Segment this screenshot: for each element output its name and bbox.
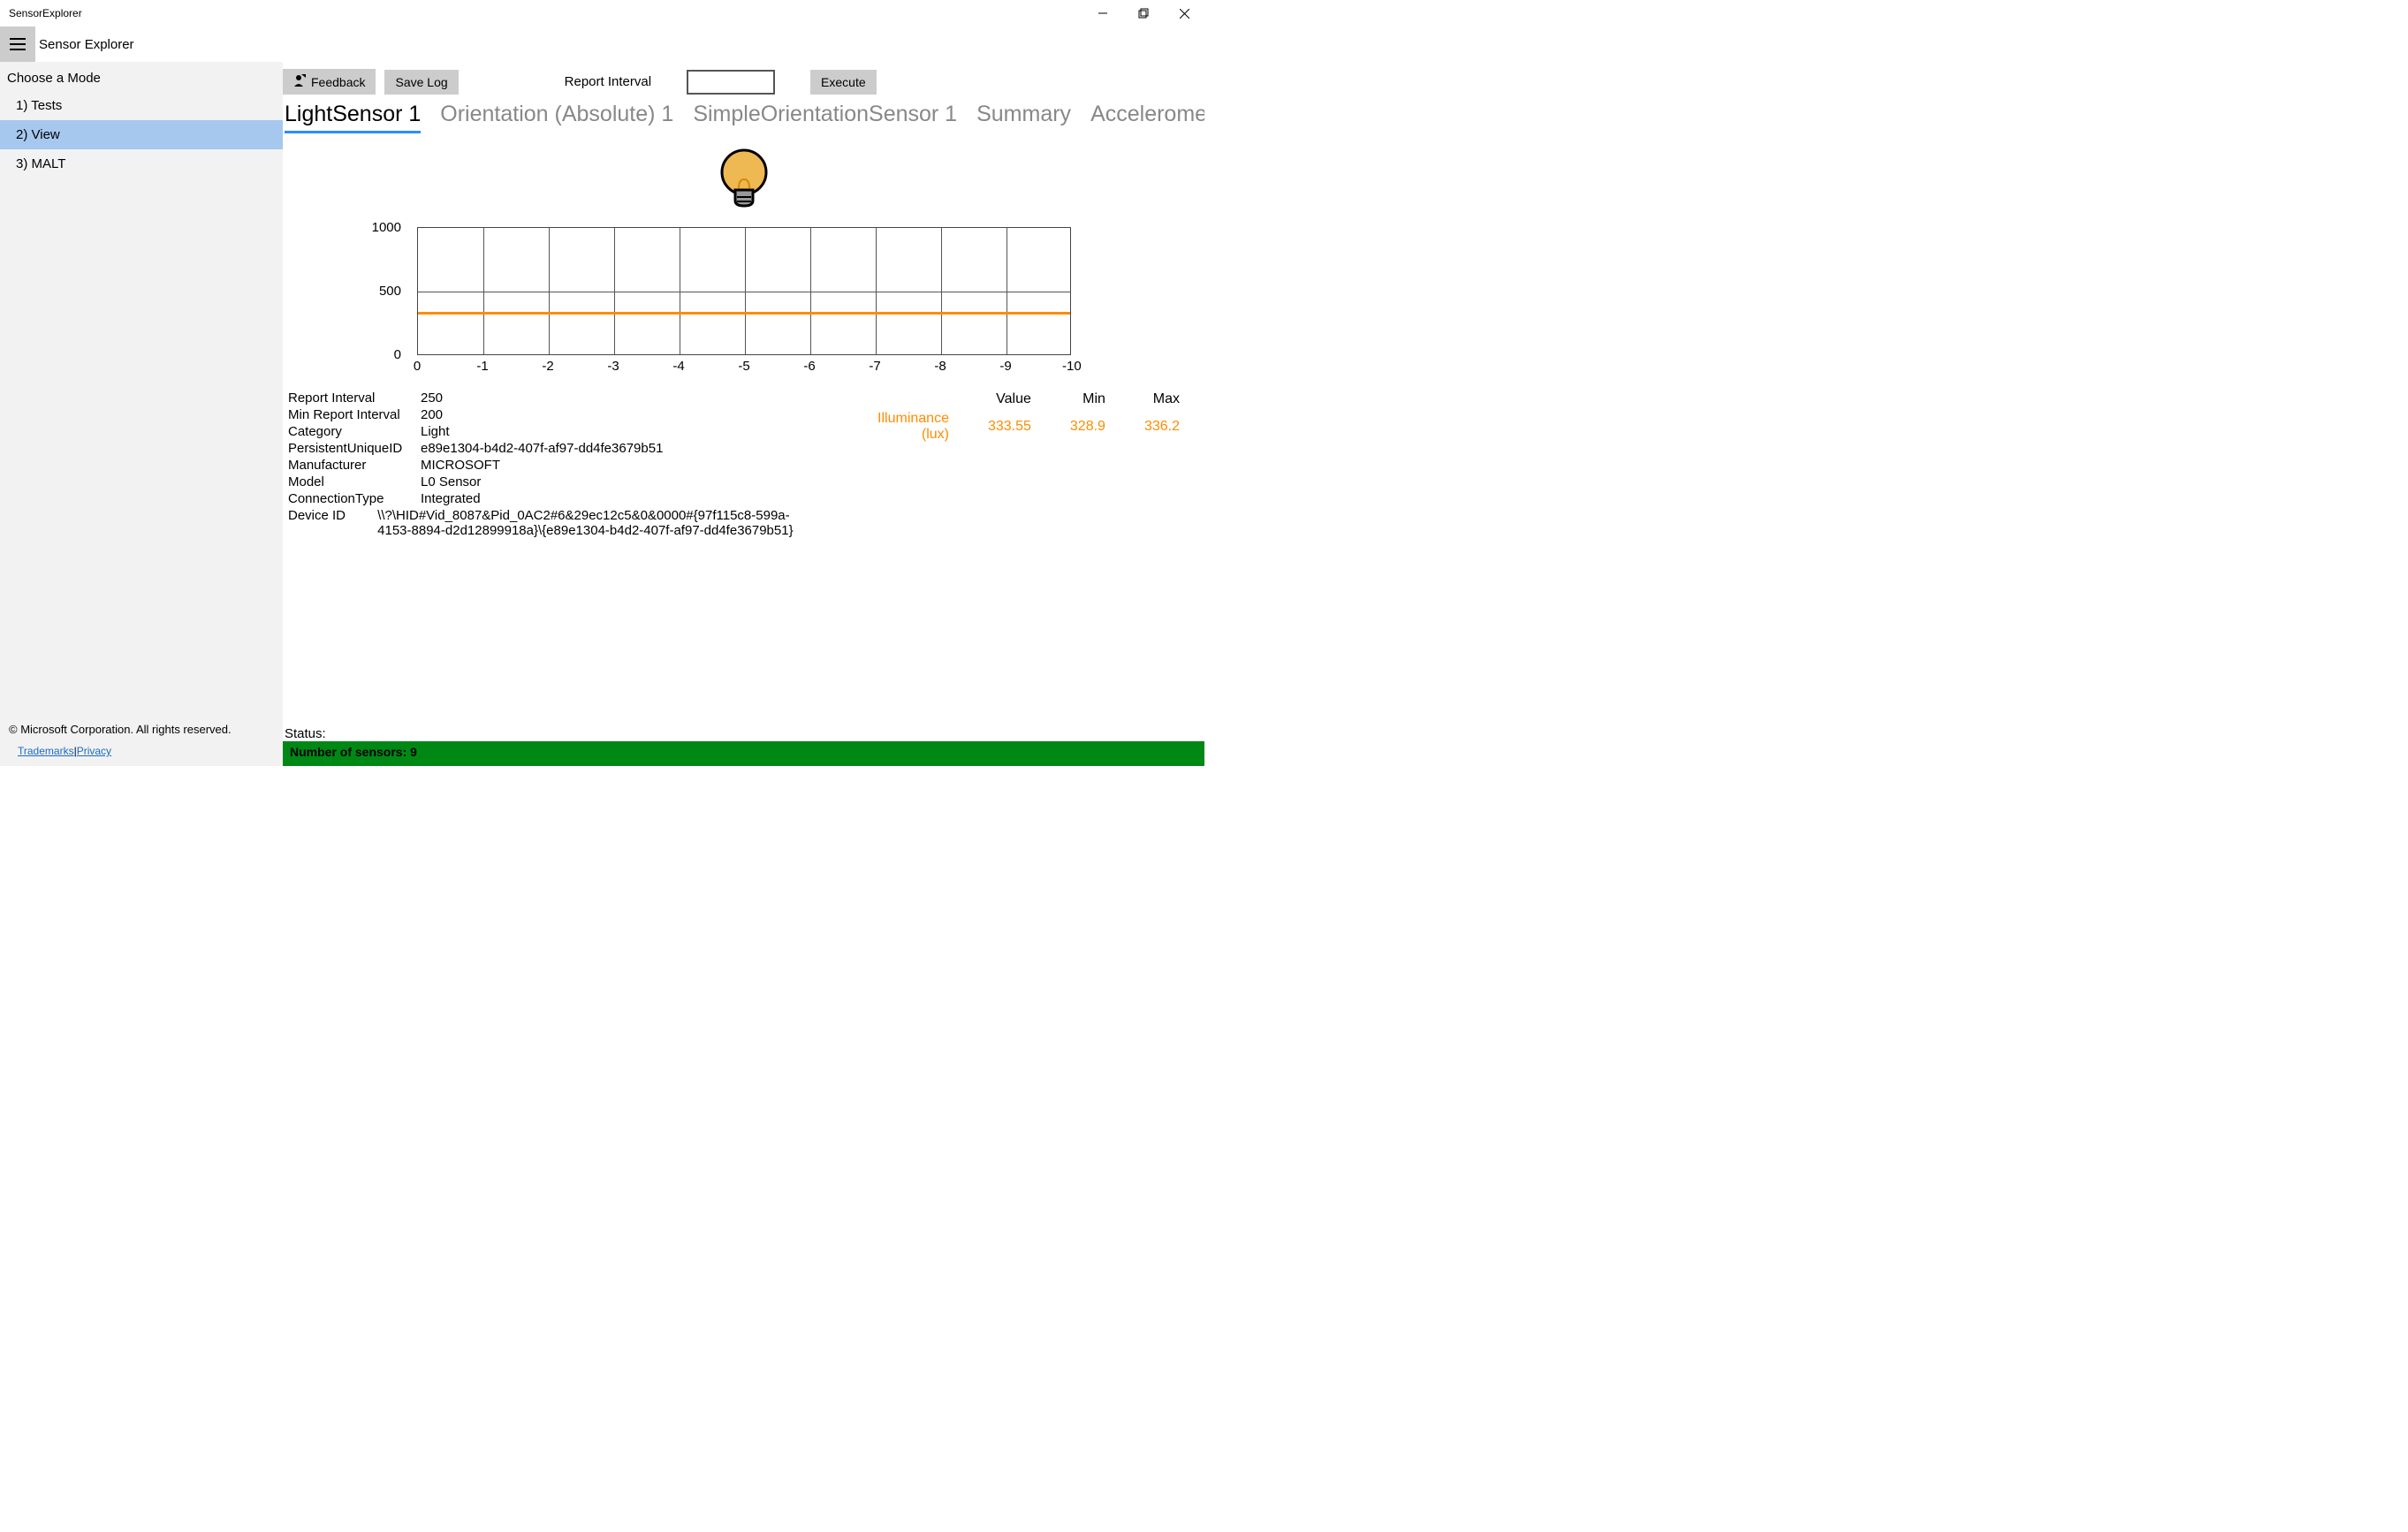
xtick: -6 (801, 359, 818, 374)
maximize-button[interactable] (1123, 0, 1164, 27)
measure-value: 333.55 (969, 409, 1051, 444)
property-value: MICROSOFT (421, 458, 500, 473)
hamburger-button[interactable] (0, 27, 35, 62)
window-title: SensorExplorer (9, 7, 82, 19)
property-key: Category (288, 424, 421, 439)
property-row: ModelL0 Sensor (288, 474, 819, 490)
close-button[interactable] (1164, 0, 1204, 27)
xtick: -3 (604, 359, 622, 374)
property-key: Report Interval (288, 391, 421, 406)
property-value: Integrated (421, 491, 481, 506)
measurement-table: Value Min Max Illuminance (lux) 333.55 3… (855, 390, 1199, 539)
property-value: L0 Sensor (421, 474, 481, 489)
property-row: Min Report Interval200 (288, 406, 819, 423)
property-key: ConnectionType (288, 491, 421, 506)
tab-orientation-absolute[interactable]: Orientation (Absolute) 1 (440, 102, 673, 133)
save-log-button[interactable]: Save Log (384, 70, 458, 95)
property-value: \\?\HID#Vid_8087&Pid_0AC2#6&29ec12c5&0&0… (377, 508, 819, 538)
tab-accelerometer[interactable]: Accelerometer (Sta (1090, 102, 1204, 133)
property-row: PersistentUniqueIDe89e1304-b4d2-407f-af9… (288, 440, 819, 457)
measure-label: Illuminance (lux) (855, 409, 969, 444)
xtick: -2 (539, 359, 557, 374)
property-value: Light (421, 424, 450, 439)
mode-view[interactable]: 2) View (0, 120, 283, 149)
measure-max: 336.2 (1125, 409, 1199, 444)
ytick-0: 0 (394, 347, 401, 362)
app-header: Sensor Explorer (0, 27, 1204, 62)
property-key: Model (288, 474, 421, 489)
mode-tests[interactable]: 1) Tests (0, 91, 283, 120)
minimize-button[interactable] (1082, 0, 1123, 27)
illuminance-chart: 1000 500 0 0-1-2-3-4-5-6-7-8-9-10 (408, 227, 1071, 374)
xtick: -9 (997, 359, 1014, 374)
person-icon (293, 74, 306, 89)
measure-min: 328.9 (1051, 409, 1125, 444)
property-row: ConnectionTypeIntegrated (288, 490, 819, 507)
xtick: -8 (931, 359, 949, 374)
execute-button[interactable]: Execute (810, 70, 877, 95)
mode-malt[interactable]: 3) MALT (0, 149, 283, 178)
xtick: 0 (408, 359, 426, 374)
ytick-1000: 1000 (372, 220, 401, 235)
col-value: Value (969, 390, 1051, 409)
property-key: PersistentUniqueID (288, 441, 421, 456)
tab-simple-orientation[interactable]: SimpleOrientationSensor 1 (693, 102, 957, 133)
property-row: Report Interval250 (288, 390, 819, 406)
app-title: Sensor Explorer (35, 37, 134, 52)
xtick: -5 (735, 359, 753, 374)
property-key: Device ID (288, 508, 377, 538)
xtick: -1 (474, 359, 491, 374)
feedback-label: Feedback (311, 75, 365, 89)
sensor-count-bar: Number of sensors: 9 (283, 741, 1204, 766)
main-panel: Feedback Save Log Report Interval Execut… (283, 62, 1204, 766)
property-key: Min Report Interval (288, 407, 421, 422)
copyright: © Microsoft Corporation. All rights rese… (0, 717, 283, 741)
property-row: CategoryLight (288, 423, 819, 440)
tab-lightsensor[interactable]: LightSensor 1 (285, 102, 421, 133)
property-row: ManufacturerMICROSOFT (288, 457, 819, 474)
col-min: Min (1051, 390, 1125, 409)
chart-data-line (418, 312, 1070, 315)
feedback-button[interactable]: Feedback (283, 69, 376, 95)
choose-mode-label: Choose a Mode (0, 62, 283, 91)
xtick: -7 (866, 359, 884, 374)
trademarks-link[interactable]: Trademarks (18, 745, 74, 757)
lightbulb-icon (718, 148, 771, 218)
property-value: 250 (421, 391, 443, 406)
report-interval-label: Report Interval (565, 74, 651, 89)
tab-summary[interactable]: Summary (976, 102, 1071, 133)
ytick-500: 500 (379, 284, 401, 299)
property-value: 200 (421, 407, 443, 422)
property-row: Device ID\\?\HID#Vid_8087&Pid_0AC2#6&29e… (288, 507, 819, 539)
xtick: -10 (1062, 359, 1080, 374)
privacy-link[interactable]: Privacy (77, 745, 111, 757)
property-value: e89e1304-b4d2-407f-af97-dd4fe3679b51 (421, 441, 663, 456)
window-titlebar: SensorExplorer (0, 0, 1204, 27)
sensor-properties: Report Interval250Min Report Interval200… (288, 390, 819, 539)
sidebar: Choose a Mode 1) Tests 2) View 3) MALT ©… (0, 62, 283, 766)
col-max: Max (1125, 390, 1199, 409)
xtick: -4 (670, 359, 687, 374)
sensor-tabs: LightSensor 1 Orientation (Absolute) 1 S… (283, 100, 1204, 142)
status-label: Status: (285, 726, 326, 741)
property-key: Manufacturer (288, 458, 421, 473)
report-interval-input[interactable] (687, 70, 775, 95)
